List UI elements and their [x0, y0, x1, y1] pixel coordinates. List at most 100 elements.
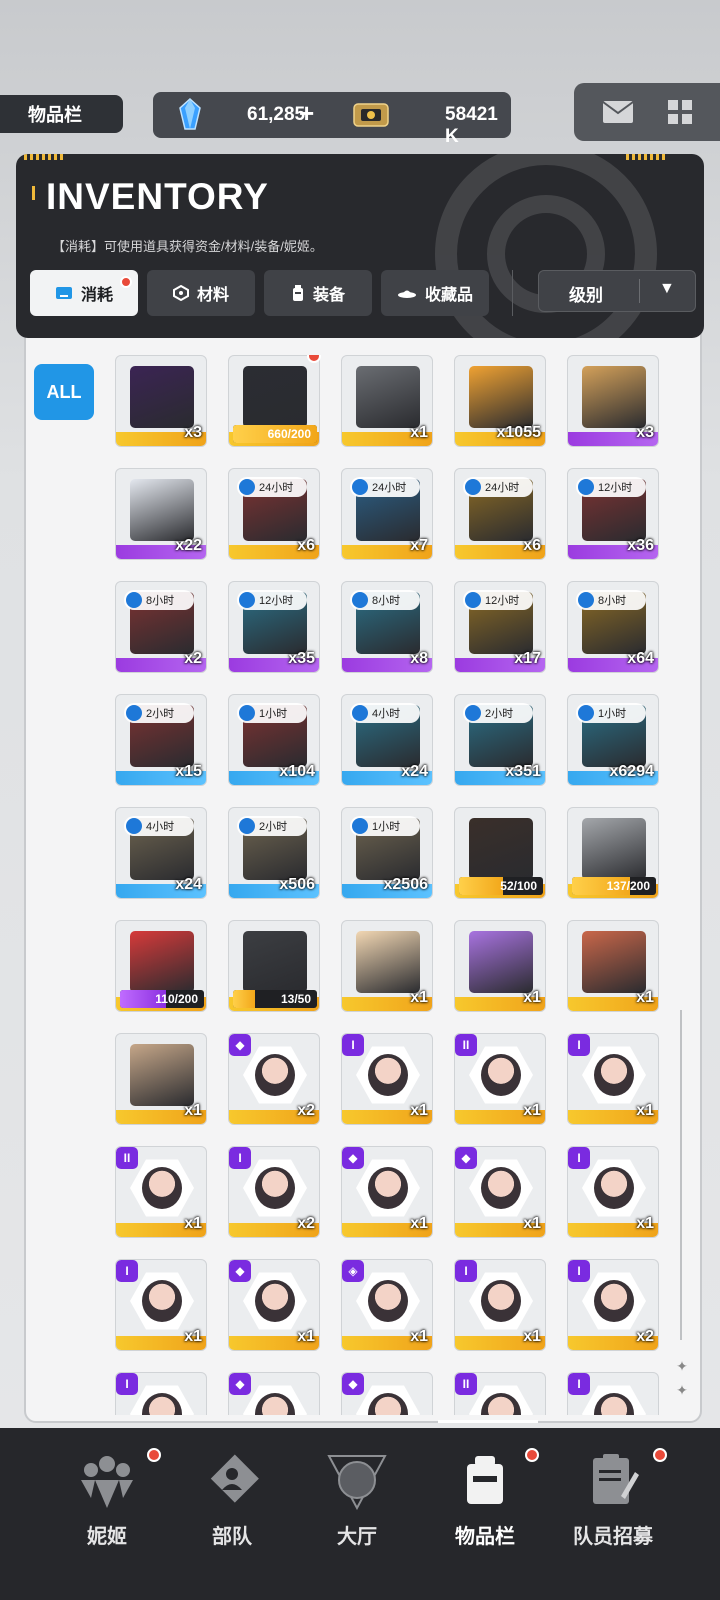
inventory-item-1000-cake[interactable]: x1 — [341, 920, 433, 1012]
progress-text: 137/200 — [606, 879, 650, 893]
nav-active-indicator — [438, 1420, 538, 1423]
inventory-item-character-card-10[interactable]: Ix1 — [115, 1259, 207, 1351]
inventory-item-character-card-11[interactable]: ◆ x1 — [228, 1259, 320, 1351]
mail-button[interactable] — [598, 93, 638, 131]
clock-icon — [352, 479, 368, 495]
inventory-item-character-card-15[interactable]: I — [115, 1372, 207, 1415]
progress-bar: 110/200 — [120, 990, 204, 1008]
nav-inventory[interactable]: 物品栏 — [425, 1428, 545, 1600]
item-art — [130, 1044, 194, 1106]
inventory-item-teal-case-8h[interactable]: 8小时 x8 — [341, 581, 433, 673]
menu-grid-button[interactable] — [660, 93, 700, 131]
inventory-item-character-card-3[interactable]: II x1 — [454, 1033, 546, 1125]
tab-divider — [512, 270, 513, 316]
inventory-item-character-card-17[interactable]: ◆ — [341, 1372, 433, 1415]
timer-badge: 2小时 — [463, 703, 533, 723]
item-art — [243, 931, 307, 993]
scroll-up-icon[interactable]: ✦ — [674, 1358, 690, 1374]
inventory-item-gold-case-1h[interactable]: 1小时 x2506 — [341, 807, 433, 899]
inventory-item-lucky-box[interactable]: 110/200 — [115, 920, 207, 1012]
inventory-item-purple-25th-cake[interactable]: x1 — [454, 920, 546, 1012]
nav-squad[interactable]: 部队 — [172, 1428, 292, 1600]
inventory-item-silver-gift-box[interactable]: 13/50 — [228, 920, 320, 1012]
inventory-item-character-card-13[interactable]: Ix1 — [454, 1259, 546, 1351]
clock-icon — [126, 818, 142, 834]
inventory-item-red-case-1h[interactable]: 1小时 x104 — [228, 694, 320, 786]
item-art — [582, 931, 646, 993]
sort-dropdown[interactable]: 级别 ▼ — [538, 270, 696, 312]
inventory-item-silver-crate[interactable]: 137/200 — [567, 807, 659, 899]
inventory-item-gold-case-8h[interactable]: 8小时 x64 — [567, 581, 659, 673]
nav-lobby[interactable]: 大厅 — [297, 1428, 417, 1600]
timer-label: 2小时 — [259, 821, 288, 833]
inventory-item-black-supply-box[interactable]: 660/200 — [228, 355, 320, 447]
class-badge-icon: ◆ — [342, 1147, 364, 1169]
inventory-item-white-blue-crate[interactable]: x22 — [115, 468, 207, 560]
grid-icon — [668, 100, 692, 124]
inventory-item-teal-case-2h[interactable]: 2小时 x351 — [454, 694, 546, 786]
inventory-item-character-card-16[interactable]: ◆ — [228, 1372, 320, 1415]
inventory-item-cardboard-box[interactable]: x3 — [567, 355, 659, 447]
inventory-item-teal-case-4h[interactable]: 4小时 x24 — [341, 694, 433, 786]
inventory-item-purple-gift-box[interactable]: x3 — [115, 355, 207, 447]
progress-bar: 660/200 — [233, 425, 317, 443]
item-art — [582, 818, 646, 880]
inventory-item-character-card-19[interactable]: I — [567, 1372, 659, 1415]
inventory-item-orange-supply-crate[interactable]: x1055 — [454, 355, 546, 447]
inventory-item-character-card-6[interactable]: Ix2 — [228, 1146, 320, 1238]
inventory-item-red-case-8h[interactable]: 8小时 x2 — [115, 581, 207, 673]
inventory-item-blue-case-24h[interactable]: 24小时 x7 — [341, 468, 433, 560]
lobby-icon — [327, 1455, 387, 1510]
inventory-item-teal-case-12h[interactable]: 12小时 x35 — [228, 581, 320, 673]
inventory-item-character-card-12[interactable]: ◈ x1 — [341, 1259, 433, 1351]
tab-equipment[interactable]: 装备 — [264, 270, 372, 316]
character-portrait — [130, 1272, 194, 1330]
scroll-down-icon[interactable]: ✦ — [674, 1382, 690, 1398]
clock-icon — [352, 818, 368, 834]
tab-collection[interactable]: 收藏品 — [381, 270, 489, 316]
inventory-item-gold-case-24h[interactable]: 24小时 x6 — [454, 468, 546, 560]
decor-stripe — [24, 154, 64, 160]
tab-materials[interactable]: 材料 — [147, 270, 255, 316]
timer-badge: 4小时 — [350, 703, 420, 723]
nav-recruit[interactable]: 队员招募 — [553, 1428, 673, 1600]
timer-label: 1小时 — [259, 708, 288, 720]
character-portrait — [356, 1159, 420, 1217]
inventory-item-character-card-4[interactable]: Ix1 — [567, 1033, 659, 1125]
add-gem-button[interactable]: + — [299, 98, 314, 129]
item-quantity: x22 — [175, 537, 202, 554]
inventory-item-character-card-2[interactable]: Ix1 — [341, 1033, 433, 1125]
inventory-item-character-card-5[interactable]: II x1 — [115, 1146, 207, 1238]
inventory-item-character-card-9[interactable]: Ix1 — [567, 1146, 659, 1238]
timer-label: 2小时 — [485, 708, 514, 720]
item-art — [356, 931, 420, 993]
character-portrait — [469, 1385, 533, 1415]
inventory-item-15-cake[interactable]: x1 — [115, 1033, 207, 1125]
filter-all-button[interactable]: ALL — [34, 364, 94, 420]
squad-icon — [210, 1454, 259, 1503]
inventory-item-gold-case-2h[interactable]: 2小时 x506 — [228, 807, 320, 899]
inventory-item-red-cake[interactable]: x1 — [567, 920, 659, 1012]
inventory-item-red-case-12h[interactable]: 12小时 x36 — [567, 468, 659, 560]
item-quantity: x1 — [410, 989, 428, 1006]
nav-nikke[interactable]: 妮姬 — [47, 1428, 167, 1600]
inventory-item-red-case-24h[interactable]: 24小时 x6 — [228, 468, 320, 560]
inventory-item-gold-case-4h[interactable]: 4小时 x24 — [115, 807, 207, 899]
sort-separator — [639, 279, 640, 303]
timer-badge: 8小时 — [124, 590, 194, 610]
inventory-item-steel-crate-14[interactable]: x1 — [341, 355, 433, 447]
inventory-item-character-card-18[interactable]: II — [454, 1372, 546, 1415]
tab-consumables[interactable]: 消耗 — [30, 270, 138, 316]
class-badge-icon: I — [568, 1373, 590, 1395]
inventory-item-teal-case-1h[interactable]: 1小时 x6294 — [567, 694, 659, 786]
inventory-item-black-orange-box[interactable]: 52/100 — [454, 807, 546, 899]
chevron-down-icon: ▼ — [659, 280, 675, 297]
scrollbar[interactable] — [680, 1010, 682, 1340]
item-quantity: x1 — [184, 1215, 202, 1232]
inventory-item-character-card-14[interactable]: Ix2 — [567, 1259, 659, 1351]
inventory-item-character-card-1[interactable]: ◆ x2 — [228, 1033, 320, 1125]
inventory-item-gold-case-12h[interactable]: 12小时 x17 — [454, 581, 546, 673]
inventory-item-character-card-8[interactable]: ◆ x1 — [454, 1146, 546, 1238]
inventory-item-red-case-2h[interactable]: 2小时 x15 — [115, 694, 207, 786]
inventory-item-character-card-7[interactable]: ◆ x1 — [341, 1146, 433, 1238]
